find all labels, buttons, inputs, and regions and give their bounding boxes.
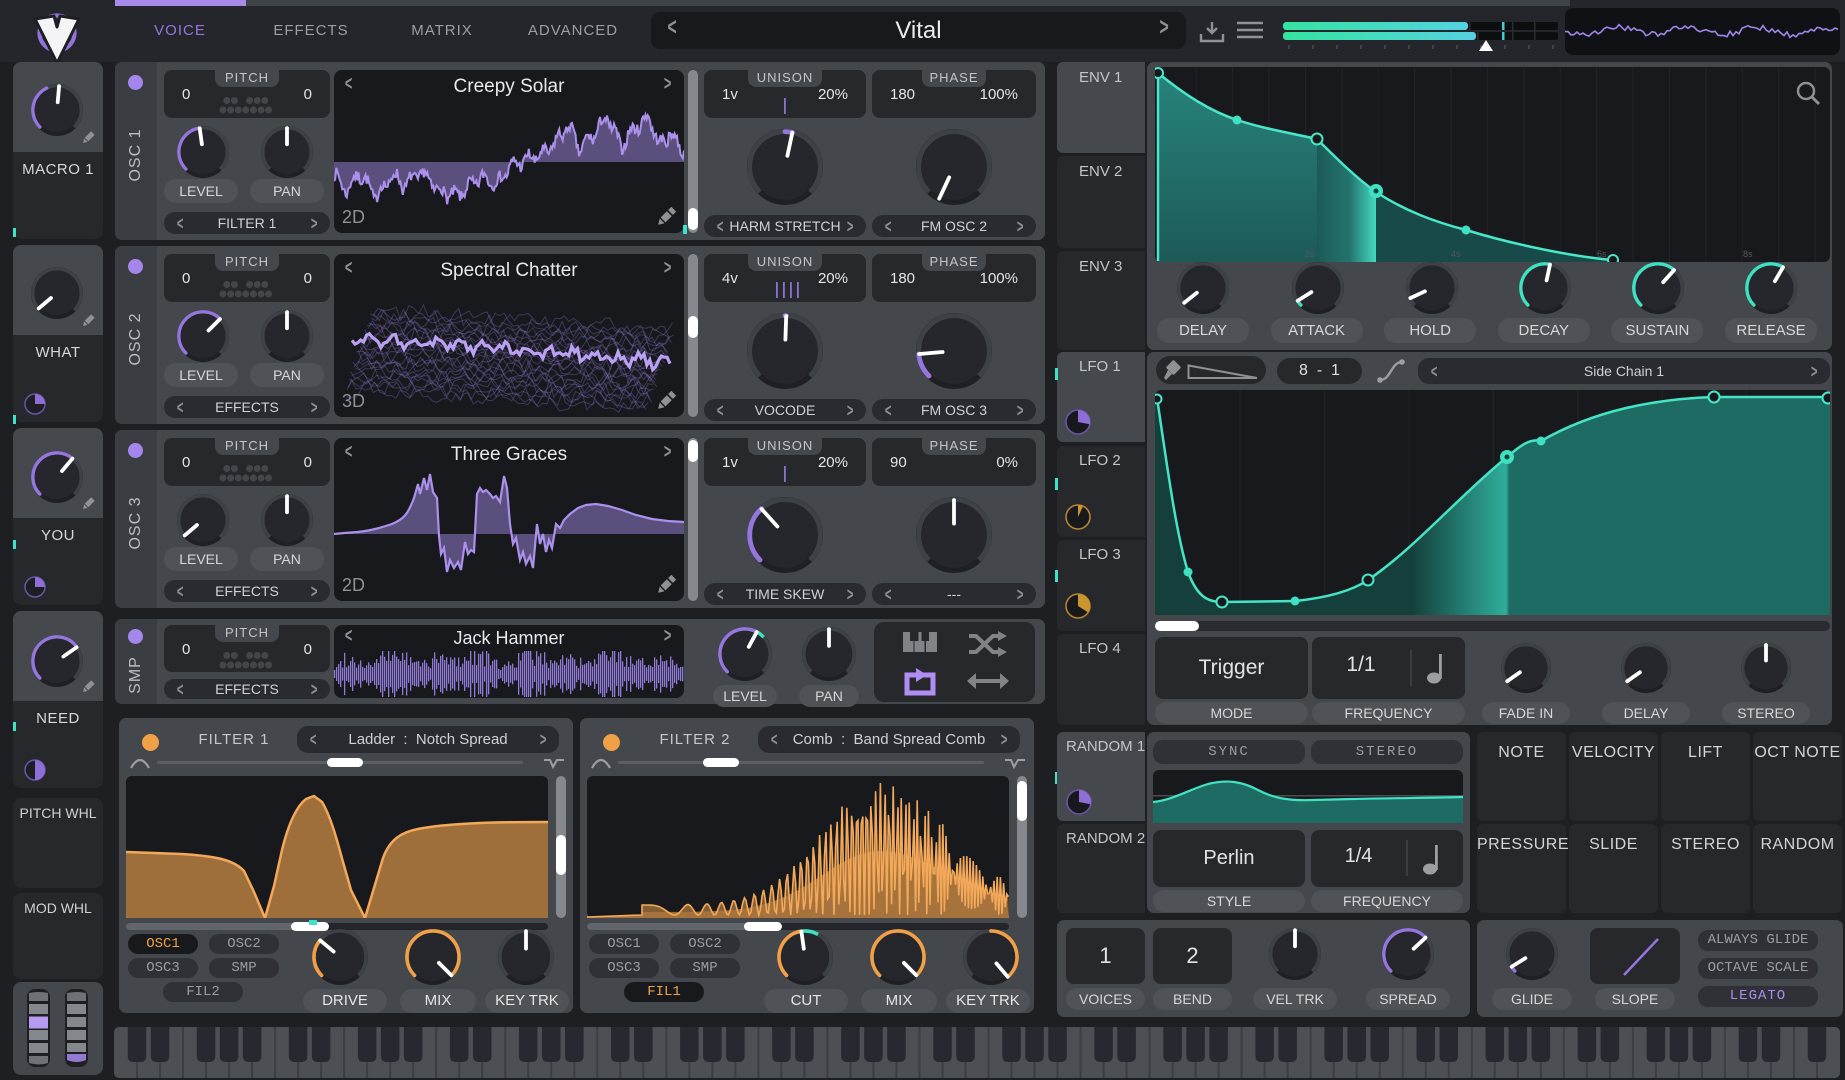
svg-text:6s: 6s — [1597, 249, 1607, 259]
